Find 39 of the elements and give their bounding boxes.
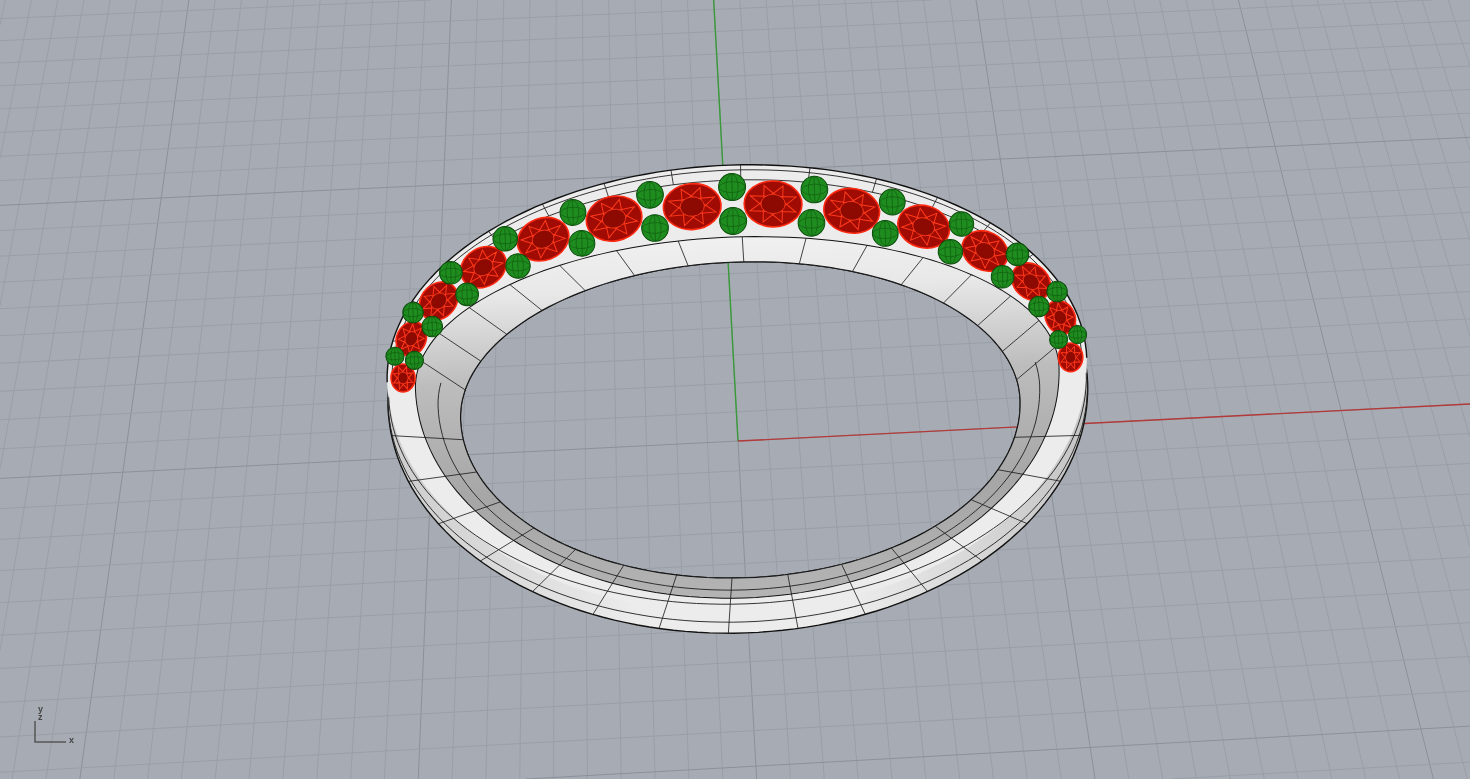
- bead: [1046, 280, 1068, 303]
- bead: [492, 226, 518, 252]
- bead: [1068, 325, 1088, 345]
- bead: [1028, 295, 1050, 318]
- bead: [990, 265, 1015, 289]
- gemstone: [662, 182, 722, 231]
- bead: [871, 219, 899, 247]
- bead: [878, 188, 906, 216]
- bead: [718, 173, 747, 202]
- gemstone: [585, 195, 643, 242]
- gemstone: [743, 180, 803, 228]
- bead: [402, 301, 424, 324]
- axis-icon: [34, 721, 66, 743]
- bead: [421, 315, 443, 338]
- bead: [455, 282, 479, 307]
- gemstone: [1057, 342, 1084, 373]
- bead: [439, 260, 463, 285]
- gemstone: [516, 216, 570, 262]
- bead: [800, 175, 829, 204]
- gemstone: [459, 245, 508, 289]
- bead: [937, 239, 964, 265]
- bead: [1005, 242, 1030, 267]
- bead: [1049, 330, 1069, 350]
- axis-label: z: [38, 713, 43, 721]
- bead: [568, 229, 596, 257]
- bead: [385, 346, 405, 366]
- axis-label: x: [69, 736, 74, 744]
- axis-label: y: [38, 705, 43, 713]
- bead: [719, 207, 748, 236]
- bead: [797, 209, 826, 237]
- bead: [505, 253, 531, 279]
- bead: [641, 214, 669, 242]
- gemstone: [823, 187, 881, 234]
- bead: [636, 181, 664, 209]
- bead: [948, 211, 975, 237]
- gemstone: [897, 204, 951, 249]
- bead: [559, 199, 587, 226]
- gemstone: [390, 363, 416, 393]
- bead: [404, 350, 424, 370]
